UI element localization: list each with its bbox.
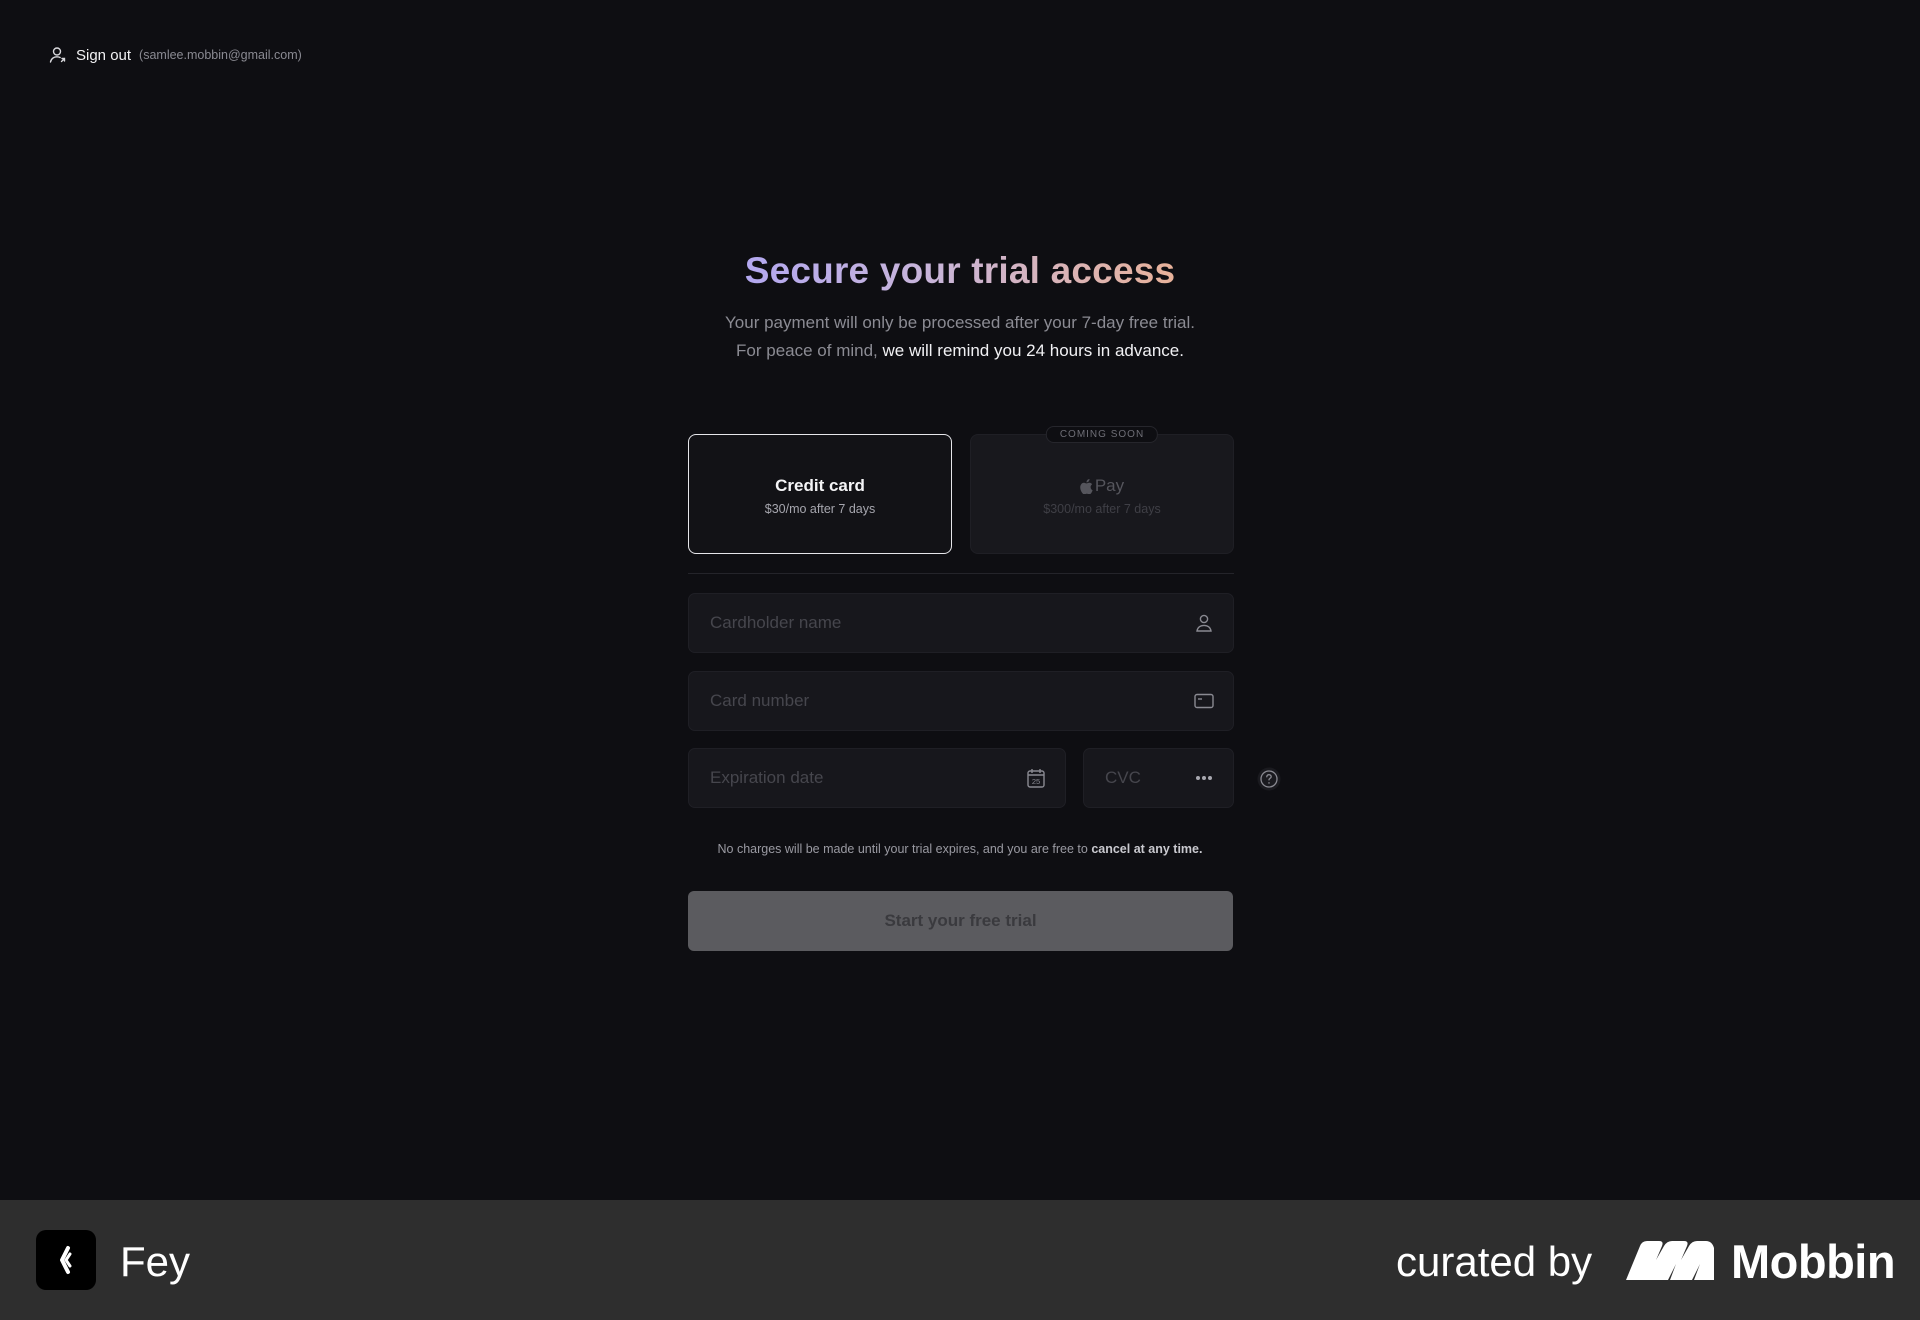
- fey-logo-icon: [60, 1246, 72, 1274]
- mobbin-logo-icon: [1626, 1241, 1714, 1280]
- footer: Fey curated by Mobbin: [0, 1200, 1920, 1320]
- account-bar: Sign out (samlee.mobbin@gmail.com): [48, 45, 302, 65]
- user-icon: [1196, 614, 1212, 632]
- credit-card-option[interactable]: Credit card $30/mo after 7 days: [688, 434, 952, 554]
- start-free-trial-button[interactable]: Start your free trial: [688, 891, 1233, 951]
- cancel-anytime-emphasis: cancel at any time.: [1091, 842, 1203, 856]
- credit-card-icon: [1194, 693, 1214, 709]
- subtitle-line-1: Your payment will only be processed afte…: [725, 313, 1195, 332]
- subtitle-line-2: For peace of mind, we will remind you 24…: [736, 341, 1184, 360]
- payment-method-selector: Credit card $30/mo after 7 days COMING S…: [688, 426, 1234, 554]
- page-title: Secure your trial access: [744, 250, 1176, 291]
- sign-out-link[interactable]: Sign out: [76, 47, 131, 64]
- divider: [688, 573, 1234, 574]
- trial-notice: No charges will be made until your trial…: [717, 842, 1203, 856]
- credit-card-price: $30/mo after 7 days: [764, 502, 876, 516]
- reminder-highlight: we will remind you 24 hours in advance.: [882, 341, 1184, 360]
- app-name: Fey: [120, 1238, 191, 1285]
- cardholder-name-input[interactable]: [710, 613, 1193, 633]
- app-logo: [36, 1230, 96, 1290]
- question-icon[interactable]: [1257, 767, 1281, 791]
- account-email: (samlee.mobbin@gmail.com): [139, 48, 302, 62]
- coming-soon-badge: COMING SOON: [1045, 426, 1159, 443]
- credit-card-label: Credit card: [775, 476, 865, 495]
- page-subtitle: Your payment will only be processed afte…: [0, 309, 1920, 365]
- dots-icon: [1196, 776, 1212, 780]
- curated-by-label: curated by: [1396, 1238, 1593, 1285]
- mobbin-brand-name: Mobbin: [1731, 1235, 1896, 1288]
- card-number-input[interactable]: [710, 691, 1193, 711]
- checkout-page: Sign out (samlee.mobbin@gmail.com) Secur…: [0, 0, 1920, 1200]
- apple-pay-price: $300/mo after 7 days: [1043, 502, 1161, 516]
- apple-icon: [1080, 478, 1093, 494]
- card-number-field[interactable]: [688, 671, 1234, 731]
- user-icon: [49, 47, 66, 63]
- svg-text:25: 25: [1032, 777, 1040, 786]
- cardholder-name-field[interactable]: [688, 593, 1234, 653]
- expiration-date-input[interactable]: [710, 768, 1025, 788]
- cvc-field[interactable]: [1083, 748, 1234, 808]
- apple-pay-option: COMING SOON Pay $300/mo after 7 days: [970, 426, 1234, 554]
- cvc-input[interactable]: [1105, 768, 1193, 788]
- expiration-date-field[interactable]: 25: [688, 748, 1066, 808]
- calendar-icon: 25: [1027, 769, 1045, 788]
- apple-pay-label: Pay: [971, 476, 1233, 496]
